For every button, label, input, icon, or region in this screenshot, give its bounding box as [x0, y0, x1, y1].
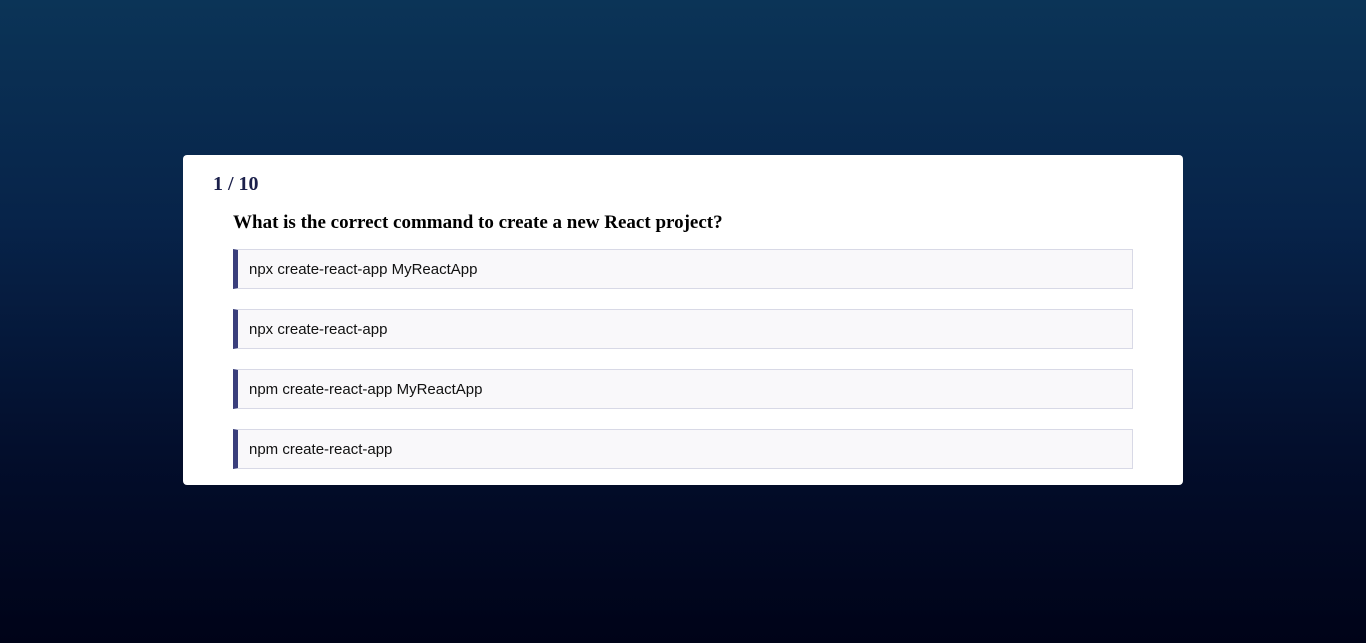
question-text: What is the correct command to create a … — [233, 212, 723, 233]
answer-option-label: npx create-react-app — [249, 320, 388, 338]
answer-option-label: npm create-react-app MyReactApp — [249, 380, 483, 398]
answer-option-label: npm create-react-app — [249, 440, 393, 458]
answer-option-3[interactable]: npm create-react-app MyReactApp — [233, 369, 1133, 409]
question-counter: 1 / 10 — [213, 173, 259, 195]
answer-option-1[interactable]: npx create-react-app MyReactApp — [233, 249, 1133, 289]
answer-option-4[interactable]: npm create-react-app — [233, 429, 1133, 469]
answer-option-label: npx create-react-app MyReactApp — [249, 260, 478, 278]
quiz-card: 1 / 10 What is the correct command to cr… — [183, 155, 1183, 485]
answer-option-2[interactable]: npx create-react-app — [233, 309, 1133, 349]
answer-options: npx create-react-app MyReactApp npx crea… — [233, 249, 1133, 469]
